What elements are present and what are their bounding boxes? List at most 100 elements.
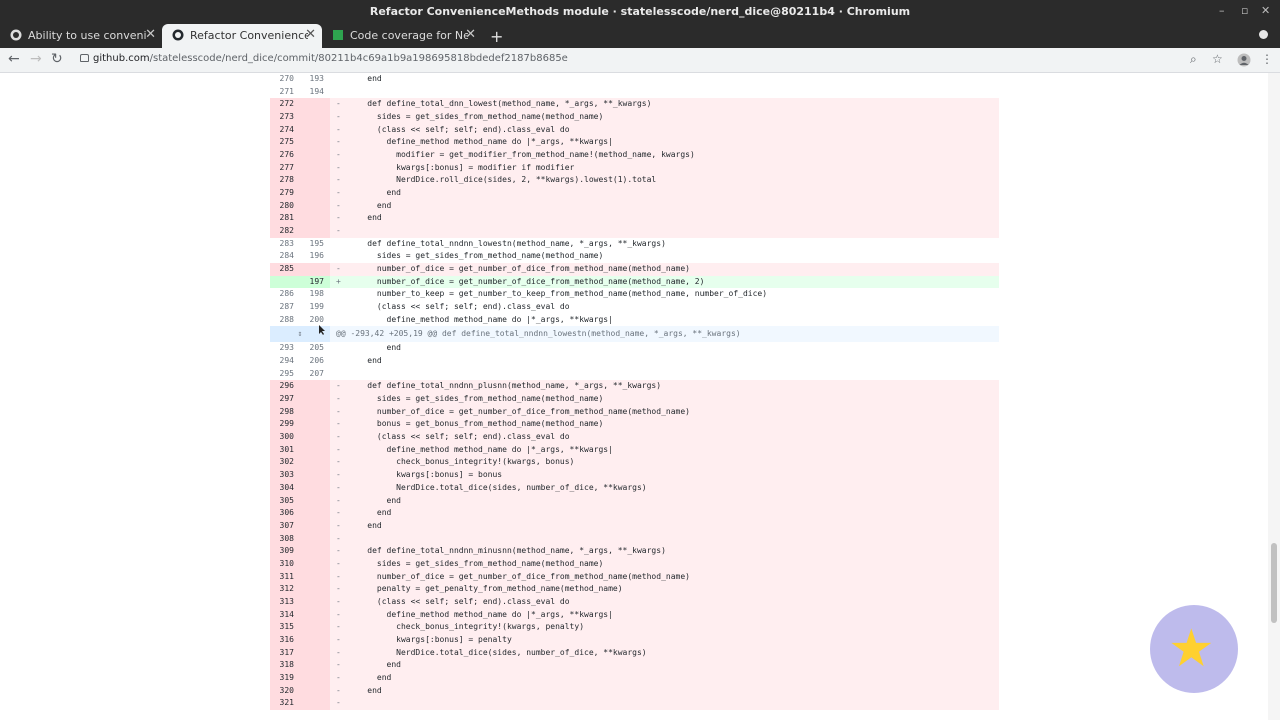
- old-line-number[interactable]: [270, 275, 300, 289]
- old-line-number[interactable]: 296: [270, 380, 300, 394]
- reload-icon[interactable]: ↻: [51, 51, 63, 67]
- new-line-number[interactable]: [300, 149, 330, 162]
- new-line-number[interactable]: [300, 595, 330, 609]
- new-line-number[interactable]: [300, 431, 330, 444]
- old-line-number[interactable]: 304: [270, 481, 300, 495]
- old-line-number[interactable]: 283: [270, 238, 300, 251]
- old-line-number[interactable]: 311: [270, 570, 300, 584]
- close-icon[interactable]: ✕: [305, 27, 316, 42]
- minimize-icon[interactable]: –: [1219, 4, 1225, 17]
- new-line-number[interactable]: 197: [300, 275, 330, 289]
- new-line-number[interactable]: [300, 697, 330, 710]
- new-line-number[interactable]: 206: [300, 355, 330, 368]
- new-line-number[interactable]: [300, 187, 330, 200]
- new-line-number[interactable]: [300, 684, 330, 698]
- new-line-number[interactable]: [300, 225, 330, 238]
- old-line-number[interactable]: 305: [270, 494, 300, 508]
- old-line-number[interactable]: 271: [270, 86, 300, 99]
- old-line-number[interactable]: 301: [270, 443, 300, 457]
- new-line-number[interactable]: [300, 393, 330, 406]
- old-line-number[interactable]: 275: [270, 136, 300, 150]
- new-line-number[interactable]: [300, 111, 330, 124]
- new-line-number[interactable]: [300, 418, 330, 432]
- new-line-number[interactable]: [300, 608, 330, 622]
- new-line-number[interactable]: 193: [300, 73, 330, 86]
- old-line-number[interactable]: 276: [270, 149, 300, 162]
- new-line-number[interactable]: [300, 212, 330, 226]
- new-line-number[interactable]: [300, 646, 330, 660]
- new-line-number[interactable]: [300, 263, 330, 276]
- new-line-number[interactable]: [300, 671, 330, 685]
- new-line-number[interactable]: [300, 469, 330, 482]
- old-line-number[interactable]: 282: [270, 225, 300, 238]
- new-line-number[interactable]: 198: [300, 288, 330, 301]
- zoom-icon[interactable]: ⌕: [1190, 52, 1197, 67]
- old-line-number[interactable]: 278: [270, 174, 300, 188]
- old-line-number[interactable]: 298: [270, 405, 300, 419]
- scrollbar-thumb[interactable]: [1271, 543, 1277, 623]
- maximize-icon[interactable]: ▫: [1241, 4, 1248, 17]
- new-line-number[interactable]: [300, 507, 330, 520]
- forward-icon[interactable]: →: [30, 51, 42, 67]
- old-line-number[interactable]: 315: [270, 621, 300, 634]
- tab-refactor[interactable]: Refactor ConvenienceMe ✕: [162, 24, 322, 48]
- new-line-number[interactable]: [300, 557, 330, 571]
- menu-kebab-icon[interactable]: ⋮: [1261, 52, 1273, 66]
- new-line-number[interactable]: [300, 380, 330, 394]
- old-line-number[interactable]: 302: [270, 456, 300, 470]
- close-icon[interactable]: ✕: [465, 27, 476, 42]
- tab-ability[interactable]: Ability to use convenience ✕: [0, 24, 162, 48]
- new-line-number[interactable]: [300, 481, 330, 495]
- old-line-number[interactable]: 270: [270, 73, 300, 86]
- new-line-number[interactable]: [300, 174, 330, 188]
- new-line-number[interactable]: [300, 443, 330, 457]
- old-line-number[interactable]: 320: [270, 684, 300, 698]
- old-line-number[interactable]: 281: [270, 212, 300, 226]
- old-line-number[interactable]: 321: [270, 697, 300, 710]
- old-line-number[interactable]: 285: [270, 263, 300, 276]
- new-tab-icon[interactable]: +: [490, 27, 503, 46]
- new-line-number[interactable]: 205: [300, 342, 330, 355]
- new-line-number[interactable]: [300, 98, 330, 112]
- new-line-number[interactable]: [300, 633, 330, 647]
- new-line-number[interactable]: [300, 570, 330, 584]
- old-line-number[interactable]: 318: [270, 659, 300, 672]
- bookmark-star-icon[interactable]: ☆: [1212, 52, 1223, 66]
- close-icon[interactable]: ✕: [145, 27, 156, 42]
- new-line-number[interactable]: 194: [300, 86, 330, 99]
- back-icon[interactable]: ←: [8, 51, 20, 67]
- new-line-number[interactable]: [300, 199, 330, 213]
- new-line-number[interactable]: [300, 519, 330, 533]
- old-line-number[interactable]: 274: [270, 123, 300, 137]
- old-line-number[interactable]: 293: [270, 342, 300, 355]
- new-line-number[interactable]: [300, 123, 330, 137]
- old-line-number[interactable]: 295: [270, 368, 300, 381]
- old-line-number[interactable]: 294: [270, 355, 300, 368]
- new-line-number[interactable]: [300, 456, 330, 470]
- new-line-number[interactable]: 195: [300, 238, 330, 251]
- tab-coverage[interactable]: Code coverage for Nerd d ✕: [322, 24, 482, 48]
- new-line-number[interactable]: 199: [300, 301, 330, 314]
- old-line-number[interactable]: 297: [270, 393, 300, 406]
- new-line-number[interactable]: [300, 583, 330, 596]
- old-line-number[interactable]: 312: [270, 583, 300, 596]
- old-line-number[interactable]: 314: [270, 608, 300, 622]
- profile-avatar-icon[interactable]: [1237, 53, 1251, 67]
- old-line-number[interactable]: 299: [270, 418, 300, 432]
- old-line-number[interactable]: 319: [270, 671, 300, 685]
- old-line-number[interactable]: 280: [270, 199, 300, 213]
- new-line-number[interactable]: [300, 545, 330, 558]
- new-line-number[interactable]: [300, 405, 330, 419]
- old-line-number[interactable]: 310: [270, 557, 300, 571]
- old-line-number[interactable]: 307: [270, 519, 300, 533]
- old-line-number[interactable]: 317: [270, 646, 300, 660]
- new-line-number[interactable]: 196: [300, 250, 330, 263]
- old-line-number[interactable]: 288: [270, 314, 300, 327]
- old-line-number[interactable]: 303: [270, 469, 300, 482]
- old-line-number[interactable]: 308: [270, 532, 300, 546]
- tab-search-icon[interactable]: [1259, 30, 1268, 39]
- new-line-number[interactable]: 207: [300, 368, 330, 381]
- old-line-number[interactable]: 279: [270, 187, 300, 200]
- address-bar[interactable]: github.com/statelesscode/nerd_dice/commi…: [93, 53, 568, 64]
- old-line-number[interactable]: 300: [270, 431, 300, 444]
